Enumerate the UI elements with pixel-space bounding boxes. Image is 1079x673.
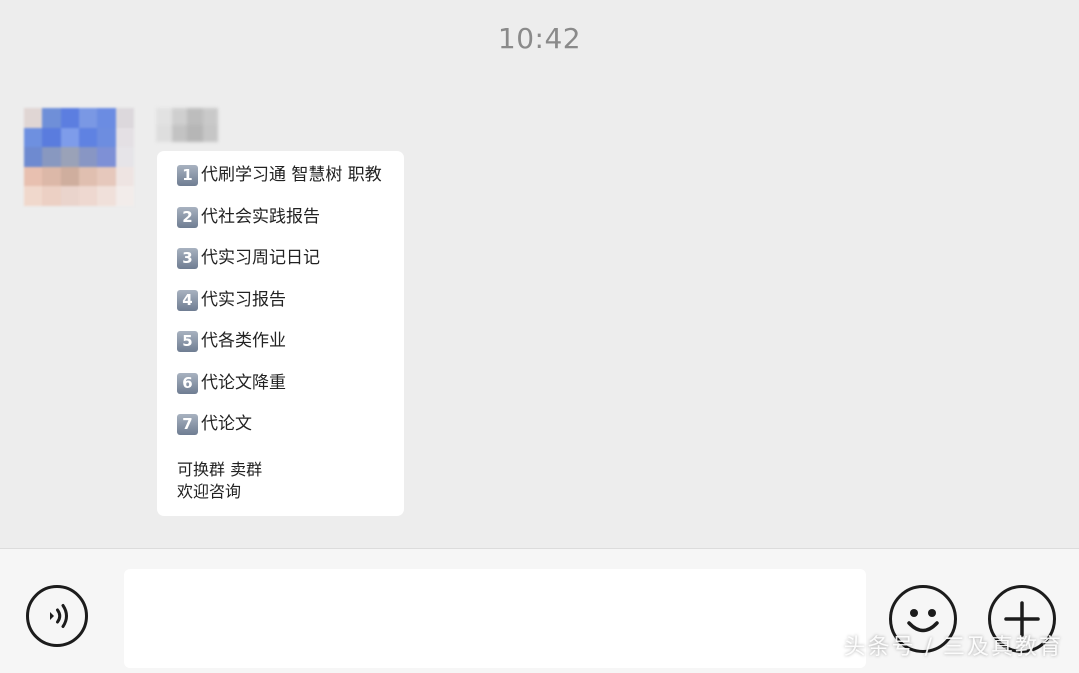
watermark: 头条号 / 三及真教育 bbox=[843, 635, 1063, 660]
number-badge: 3 bbox=[177, 248, 198, 269]
voice-button[interactable] bbox=[26, 585, 88, 647]
message-bubble[interactable]: 1 代刷学习通 智慧树 职教 2 代社会实践报告 3 代实习周记日记 4 代实习… bbox=[157, 151, 404, 516]
list-item-text: 代各类作业 bbox=[201, 331, 286, 351]
list-item: 5 代各类作业 bbox=[177, 329, 404, 371]
number-badge: 7 bbox=[177, 414, 198, 435]
chat-area: 10:42 1 代刷学习通 智慧树 职教 2 代社会实践报告 3 代实习周记日记… bbox=[0, 0, 1079, 548]
list-item-text: 代论文 bbox=[201, 414, 252, 434]
footer-line: 可换群 卖群 bbox=[177, 459, 263, 479]
list-item: 6 代论文降重 bbox=[177, 371, 404, 413]
message-footer-text: 可换群 卖群 欢迎咨询 bbox=[177, 459, 404, 503]
list-item-text: 代社会实践报告 bbox=[201, 206, 320, 227]
number-badge: 2 bbox=[177, 206, 198, 228]
number-badge: 5 bbox=[177, 331, 198, 352]
message-timestamp: 10:42 bbox=[497, 22, 582, 55]
list-item-text: 代刷学习通 智慧树 职教 bbox=[201, 165, 382, 185]
message-input[interactable] bbox=[124, 569, 866, 668]
list-item: 1 代刷学习通 智慧树 职教 bbox=[177, 163, 404, 205]
number-badge: 6 bbox=[177, 372, 198, 394]
list-item: 2 代社会实践报告 bbox=[177, 205, 404, 247]
list-item: 7 代论文 bbox=[177, 412, 404, 454]
list-item-text: 代论文降重 bbox=[201, 372, 286, 393]
footer-line: 欢迎咨询 bbox=[177, 481, 242, 501]
sender-name-pixelated bbox=[156, 108, 218, 142]
list-item-text: 代实习周记日记 bbox=[201, 248, 320, 268]
list-item: 4 代实习报告 bbox=[177, 288, 404, 330]
number-badge: 4 bbox=[177, 289, 198, 311]
avatar[interactable] bbox=[24, 108, 134, 206]
voice-icon bbox=[50, 604, 68, 628]
list-item-text: 代实习报告 bbox=[201, 289, 286, 310]
list-item: 3 代实习周记日记 bbox=[177, 246, 404, 288]
number-badge: 1 bbox=[177, 165, 198, 186]
